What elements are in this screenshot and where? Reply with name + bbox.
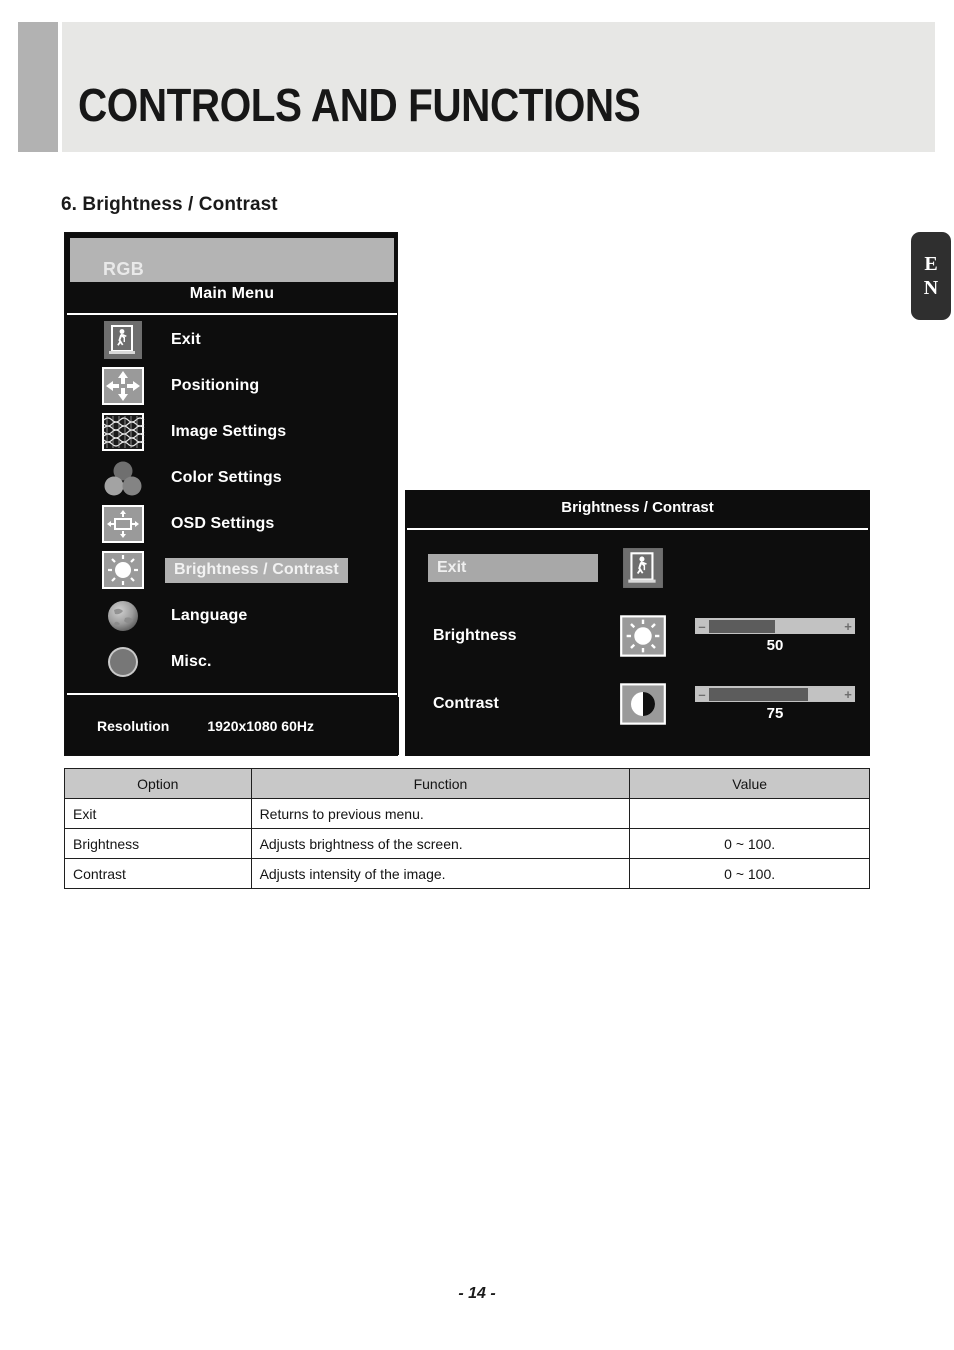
osd-menu-label: Color Settings <box>171 469 282 486</box>
osd-menu-item-exit[interactable]: Exit <box>65 317 399 363</box>
table-row: Brightness Adjusts brightness of the scr… <box>64 828 870 859</box>
header-accent-tab <box>18 22 58 152</box>
table-cell-option: Brightness <box>64 828 252 859</box>
table-header-value: Value <box>629 768 870 799</box>
table-header-option: Option <box>64 768 252 799</box>
section-heading: 6. Brightness / Contrast <box>61 194 278 215</box>
slider-fill <box>709 687 808 701</box>
slider-minus-icon[interactable]: – <box>695 618 709 634</box>
osd-sub-item-brightness[interactable]: Brightness – + 50 <box>405 602 870 670</box>
osd-menu-item-brightness-contrast[interactable]: Brightness / Contrast <box>65 547 399 593</box>
table-cell-value: 0 ~ 100. <box>629 858 870 889</box>
osd-sub-label-selected: Exit <box>428 554 598 582</box>
osd-menu-list: Exit Positioning Image Settings Color Se… <box>65 317 399 685</box>
osd-menu-label: Misc. <box>171 653 212 670</box>
globe-icon <box>95 596 151 636</box>
osd-menu-item-positioning[interactable]: Positioning <box>65 363 399 409</box>
table-cell-option: Exit <box>64 798 252 829</box>
contrast-slider-group[interactable]: – + 75 <box>695 686 855 722</box>
osd-menu-item-color-settings[interactable]: Color Settings <box>65 455 399 501</box>
table-header-row: Option Function Value <box>64 768 870 799</box>
table-cell-value <box>629 798 870 829</box>
slider-fill <box>709 619 775 633</box>
half-circle-icon <box>613 682 673 726</box>
osd-sub-label: Brightness <box>433 627 517 644</box>
sun-icon <box>613 614 673 658</box>
moire-pattern-icon <box>95 412 151 452</box>
table-header-function: Function <box>250 768 631 799</box>
table-cell-function: Adjusts intensity of the image. <box>250 858 631 889</box>
color-circles-icon <box>95 458 151 498</box>
four-way-arrows-icon <box>95 366 151 406</box>
osd-main-menu-title: Main Menu <box>189 285 275 302</box>
brightness-value: 50 <box>766 637 784 654</box>
table-row: Contrast Adjusts intensity of the image.… <box>64 858 870 889</box>
osd-sub-divider <box>407 528 868 530</box>
page-title: CONTROLS AND FUNCTIONS <box>78 79 641 131</box>
exit-door-icon <box>95 320 151 360</box>
options-table: Option Function Value Exit Returns to pr… <box>64 768 870 889</box>
osd-source-bar: RGB <box>70 238 394 282</box>
osd-box-arrows-icon <box>95 504 151 544</box>
osd-menu-label: OSD Settings <box>171 515 275 532</box>
slider-plus-icon[interactable]: + <box>841 618 855 634</box>
resolution-label: Resolution <box>97 718 170 734</box>
page-number: - 14 - <box>458 1285 496 1302</box>
contrast-slider[interactable]: – + <box>695 686 855 702</box>
osd-menu-label: Language <box>171 607 248 624</box>
table-cell-value: 0 ~ 100. <box>629 828 870 859</box>
slider-track[interactable] <box>709 619 841 633</box>
osd-menu-item-language[interactable]: Language <box>65 593 399 639</box>
slider-plus-icon[interactable]: + <box>841 686 855 702</box>
table-row: Exit Returns to previous menu. <box>64 798 870 829</box>
osd-sub-menu-title: Brightness / Contrast <box>405 490 870 526</box>
circle-icon <box>95 642 151 682</box>
osd-menu-label: Image Settings <box>171 423 287 440</box>
osd-sub-item-contrast[interactable]: Contrast – + 75 <box>405 670 870 738</box>
slider-track[interactable] <box>709 687 841 701</box>
osd-footer: Resolution 1920x1080 60Hz <box>65 697 399 755</box>
sun-icon <box>95 550 151 590</box>
table-header: Option Function Value <box>64 768 870 799</box>
table-cell-function: Returns to previous menu. <box>250 798 631 829</box>
language-tab-line1: E <box>924 252 938 275</box>
osd-menu-item-image-settings[interactable]: Image Settings <box>65 409 399 455</box>
language-tab-line2: N <box>923 277 939 299</box>
osd-divider-top <box>67 313 397 315</box>
osd-menu-label: Positioning <box>171 377 260 394</box>
osd-sub-label: Contrast <box>433 695 499 712</box>
table-body: Exit Returns to previous menu. Brightnes… <box>64 798 870 889</box>
contrast-value: 75 <box>766 705 784 722</box>
brightness-slider-group[interactable]: – + 50 <box>695 618 855 654</box>
osd-sub-item-exit[interactable]: Exit <box>405 534 870 602</box>
osd-brightness-contrast-panel: Brightness / Contrast Exit Brightness – … <box>405 490 870 756</box>
osd-menu-label: Exit <box>171 331 201 348</box>
osd-menu-item-osd-settings[interactable]: OSD Settings <box>65 501 399 547</box>
osd-sub-menu-rows: Exit Brightness – + 50 Contrast – + 75 <box>405 534 870 738</box>
language-tab-en: E N <box>911 232 951 320</box>
osd-divider-bottom <box>67 693 397 695</box>
osd-menu-item-misc[interactable]: Misc. <box>65 639 399 685</box>
exit-door-icon <box>613 547 673 589</box>
table-cell-option: Contrast <box>64 858 252 889</box>
osd-source-label: RGB <box>103 259 145 279</box>
slider-minus-icon[interactable]: – <box>695 686 709 702</box>
resolution-value: 1920x1080 60Hz <box>207 718 314 734</box>
table-cell-function: Adjusts brightness of the screen. <box>250 828 631 859</box>
brightness-slider[interactable]: – + <box>695 618 855 634</box>
osd-menu-label-selected: Brightness / Contrast <box>165 557 348 583</box>
osd-main-menu-panel: RGB Main Menu Exit Positioning Image Set… <box>64 232 399 756</box>
